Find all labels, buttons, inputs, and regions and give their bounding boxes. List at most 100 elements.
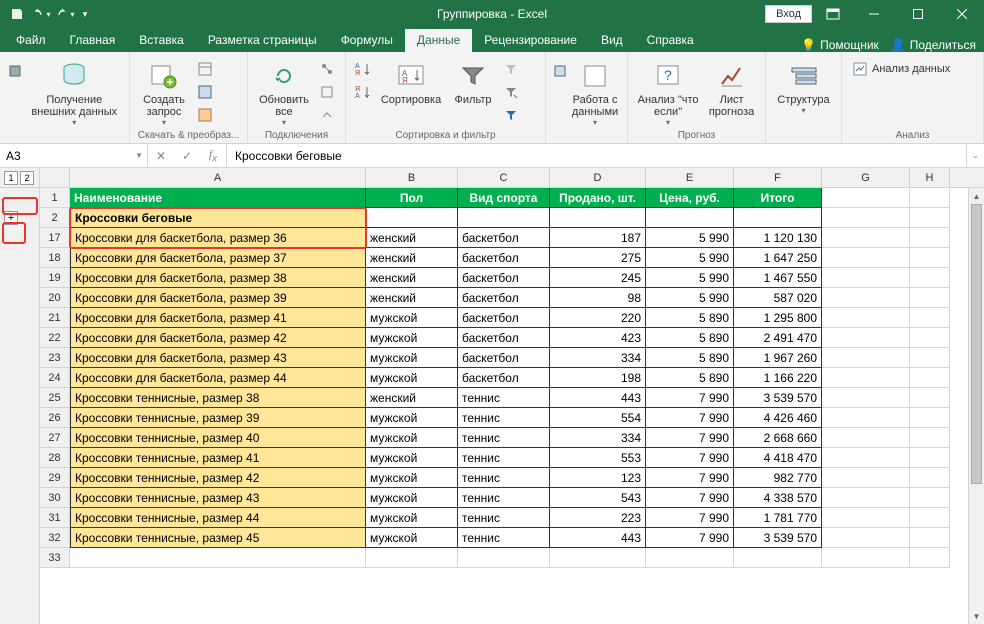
cell[interactable] [910, 248, 950, 268]
cell[interactable]: Кроссовки теннисные, размер 42 [70, 468, 366, 488]
cell[interactable]: 1 166 220 [734, 368, 822, 388]
cell[interactable]: 334 [550, 428, 646, 448]
cell[interactable] [910, 448, 950, 468]
ribbon-display-options-icon[interactable] [816, 2, 850, 26]
get-external-data-button[interactable]: Получение внешних данных▾ [26, 58, 123, 129]
from-table-icon[interactable] [194, 81, 216, 103]
row-header[interactable]: 33 [40, 548, 70, 568]
cell[interactable]: 98 [550, 288, 646, 308]
cell[interactable]: 7 990 [646, 508, 734, 528]
cell[interactable]: 5 890 [646, 308, 734, 328]
cell[interactable] [822, 548, 910, 568]
edit-links-icon[interactable] [316, 104, 338, 126]
cell[interactable]: баскетбол [458, 228, 550, 248]
share-button[interactable]: 👤Поделиться [891, 38, 976, 52]
outline-level-2[interactable]: 2 [20, 171, 34, 185]
advanced-filter-icon[interactable] [500, 104, 522, 126]
cell[interactable]: Кроссовки для баскетбола, размер 39 [70, 288, 366, 308]
close-button[interactable] [942, 0, 982, 28]
col-header-B[interactable]: B [366, 168, 458, 187]
cell[interactable] [910, 208, 950, 228]
cell[interactable]: женский [366, 248, 458, 268]
cell[interactable] [646, 208, 734, 228]
cell[interactable] [822, 428, 910, 448]
cell[interactable] [910, 368, 950, 388]
cell[interactable]: 443 [550, 388, 646, 408]
cell[interactable] [910, 288, 950, 308]
row-header[interactable]: 27 [40, 428, 70, 448]
cell[interactable]: 245 [550, 268, 646, 288]
sort-za-icon[interactable]: ЯА [352, 81, 374, 103]
cell[interactable]: мужской [366, 308, 458, 328]
cell[interactable]: мужской [366, 508, 458, 528]
cell[interactable] [910, 528, 950, 548]
cell[interactable] [822, 248, 910, 268]
cell[interactable] [822, 328, 910, 348]
fx-icon[interactable]: fx [200, 144, 226, 167]
cell[interactable] [458, 208, 550, 228]
cell[interactable]: 5 890 [646, 368, 734, 388]
cell[interactable]: женский [366, 288, 458, 308]
cell[interactable]: 7 990 [646, 488, 734, 508]
row-header[interactable]: 24 [40, 368, 70, 388]
show-queries-icon[interactable] [194, 58, 216, 80]
outline-level-1[interactable]: 1 [4, 171, 18, 185]
sort-az-icon[interactable]: АЯ [352, 58, 374, 80]
cell[interactable]: 982 770 [734, 468, 822, 488]
cell[interactable]: 5 990 [646, 288, 734, 308]
cell[interactable]: мужской [366, 428, 458, 448]
cell[interactable]: баскетбол [458, 368, 550, 388]
cell[interactable]: мужской [366, 328, 458, 348]
cell[interactable] [910, 508, 950, 528]
filter-button[interactable]: Фильтр [448, 58, 498, 108]
sort-button[interactable]: АЯ Сортировка [376, 58, 446, 108]
cell[interactable]: Пол [366, 188, 458, 208]
cell[interactable]: 2 668 660 [734, 428, 822, 448]
cell[interactable] [822, 528, 910, 548]
redo-icon[interactable]: ▾ [54, 3, 76, 25]
forecast-sheet-button[interactable]: Лист прогноза [704, 58, 759, 120]
row-header[interactable]: 28 [40, 448, 70, 468]
cell[interactable]: теннис [458, 388, 550, 408]
cell[interactable]: 5 990 [646, 268, 734, 288]
cell[interactable] [366, 208, 458, 228]
cell[interactable]: мужской [366, 448, 458, 468]
cell[interactable]: Кроссовки для баскетбола, размер 38 [70, 268, 366, 288]
cell[interactable]: 5 990 [646, 248, 734, 268]
cell[interactable] [822, 408, 910, 428]
recent-sources-icon[interactable] [194, 104, 216, 126]
col-header-D[interactable]: D [550, 168, 646, 187]
vertical-scrollbar[interactable]: ▲ ▼ [968, 188, 984, 624]
cell[interactable] [822, 448, 910, 468]
cell[interactable] [822, 208, 910, 228]
cell[interactable]: баскетбол [458, 288, 550, 308]
cell[interactable]: 7 990 [646, 428, 734, 448]
row-header[interactable]: 26 [40, 408, 70, 428]
col-header-E[interactable]: E [646, 168, 734, 187]
cell[interactable] [822, 468, 910, 488]
cell[interactable]: Кроссовки для баскетбола, размер 36 [70, 228, 366, 248]
cell[interactable] [550, 208, 646, 228]
cell[interactable]: 7 990 [646, 408, 734, 428]
row-header[interactable]: 2 [40, 208, 70, 228]
cell[interactable]: теннис [458, 428, 550, 448]
cell[interactable]: 3 539 570 [734, 388, 822, 408]
cell[interactable]: 553 [550, 448, 646, 468]
cell[interactable] [910, 408, 950, 428]
cell[interactable]: мужской [366, 528, 458, 548]
cell[interactable] [822, 288, 910, 308]
outline-expand-button[interactable]: + [4, 211, 18, 225]
cell[interactable]: Наименование [70, 188, 366, 208]
row-header[interactable]: 22 [40, 328, 70, 348]
cell[interactable]: 5 890 [646, 348, 734, 368]
tab-data[interactable]: Данные [405, 29, 472, 52]
tell-me-button[interactable]: 💡Помощник [801, 38, 879, 52]
cell[interactable] [910, 348, 950, 368]
cell[interactable]: мужской [366, 408, 458, 428]
cell[interactable] [910, 548, 950, 568]
chevron-down-icon[interactable]: ▼ [135, 151, 143, 160]
cell[interactable]: 587 020 [734, 288, 822, 308]
cell[interactable]: женский [366, 388, 458, 408]
outline-button[interactable]: Структура▾ [772, 58, 835, 117]
cell[interactable]: мужской [366, 488, 458, 508]
